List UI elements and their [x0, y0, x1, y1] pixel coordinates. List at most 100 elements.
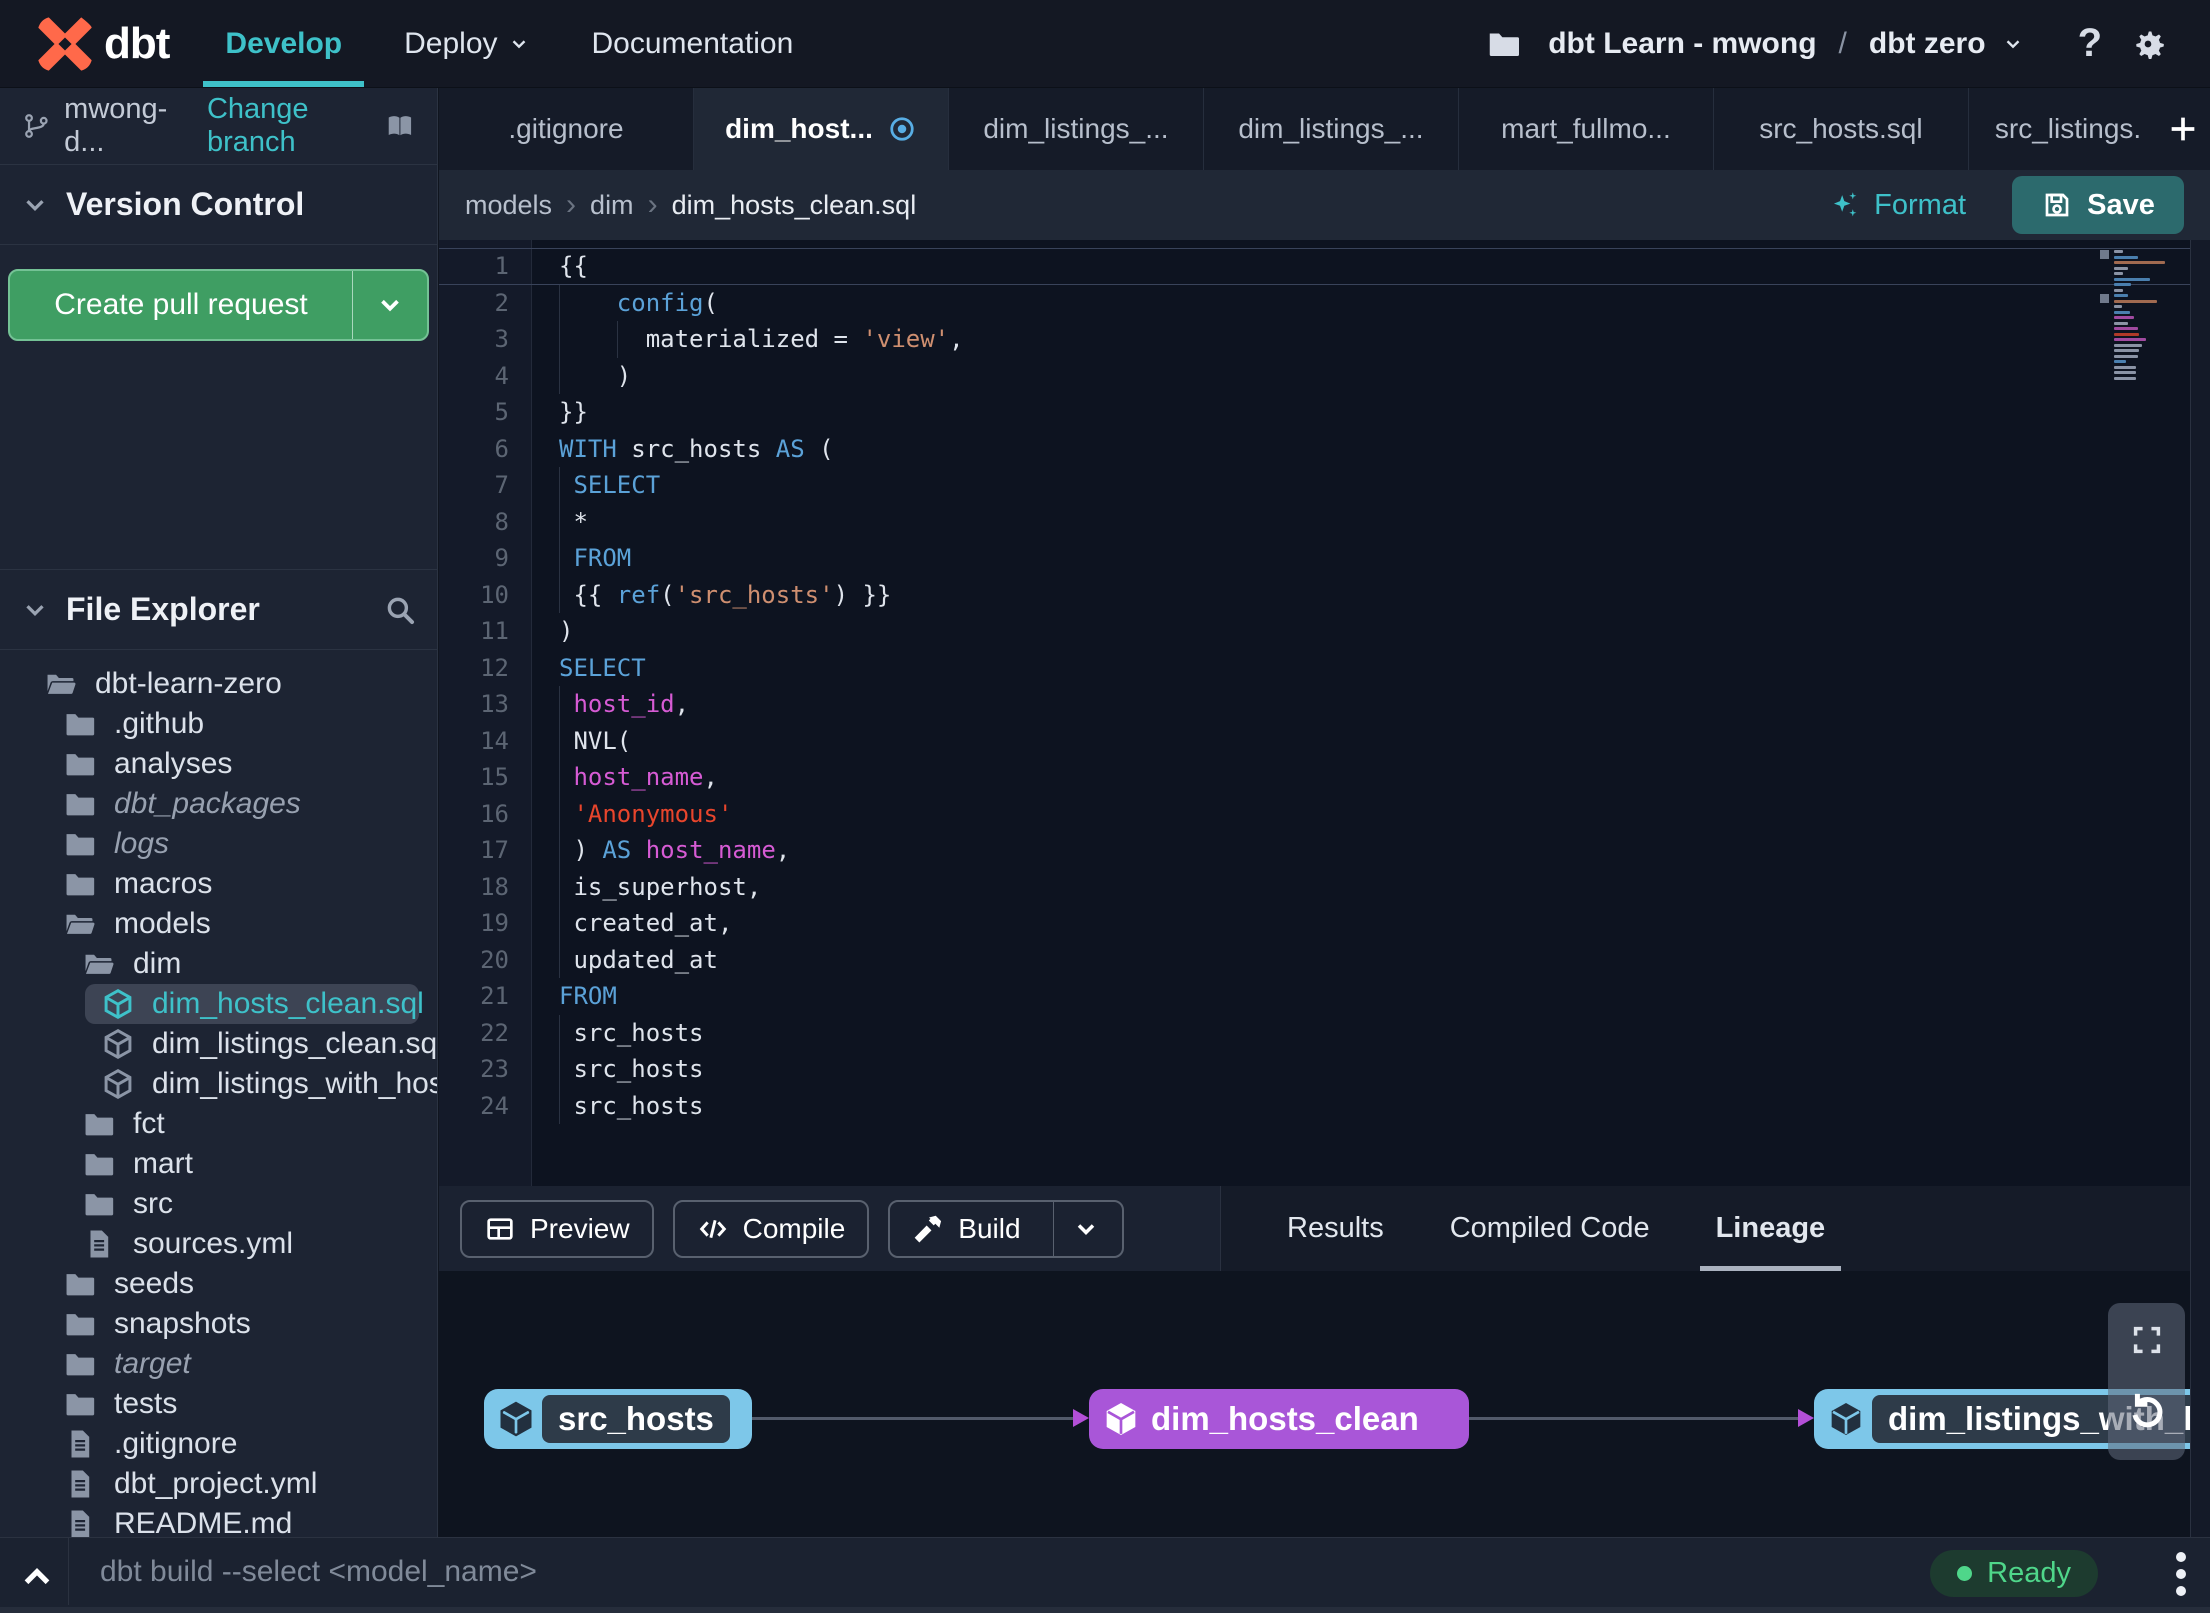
- file-icon: [63, 1467, 97, 1501]
- code-line[interactable]: 17 ) AS host_name,: [439, 832, 2190, 869]
- tab-lineage[interactable]: Lineage: [1699, 1186, 1841, 1271]
- code-line[interactable]: 3 materialized = 'view',: [439, 321, 2190, 358]
- file-tree-item[interactable]: sources.yml: [0, 1224, 437, 1264]
- breadcrumb-segment[interactable]: models: [465, 190, 552, 221]
- status-badge[interactable]: Ready: [1930, 1550, 2098, 1597]
- code-line[interactable]: 4 ): [439, 357, 2190, 394]
- tab-results[interactable]: Results: [1287, 1186, 1384, 1271]
- code-line[interactable]: 1 {{: [439, 248, 2190, 285]
- editor-tab[interactable]: src_listings.: [1969, 88, 2156, 170]
- command-input[interactable]: dbt build --select <model_name>: [100, 1555, 537, 1589]
- file-tree-item[interactable]: dbt-learn-zero: [0, 664, 437, 704]
- file-explorer-header[interactable]: File Explorer: [0, 569, 437, 650]
- create-pull-request-button[interactable]: Create pull request: [8, 269, 429, 341]
- code-line[interactable]: 21 FROM: [439, 978, 2190, 1015]
- code-line[interactable]: 24 src_hosts: [439, 1087, 2190, 1124]
- editor-scrollbar[interactable]: [2190, 240, 2210, 1537]
- file-tree-item[interactable]: README.md: [0, 1504, 437, 1537]
- code-line[interactable]: 23 src_hosts: [439, 1051, 2190, 1088]
- dbt-logo[interactable]: dbt: [36, 15, 170, 73]
- build-dropdown-caret[interactable]: [1052, 1201, 1100, 1256]
- file-tree-item[interactable]: analyses: [0, 744, 437, 784]
- code-line[interactable]: 8 *: [439, 503, 2190, 540]
- breadcrumb-segment[interactable]: dim: [590, 190, 634, 221]
- file-tree-item[interactable]: dim: [0, 944, 437, 984]
- code-line[interactable]: 13 host_id,: [439, 686, 2190, 723]
- new-tab-button[interactable]: [2156, 88, 2210, 170]
- editor-tab[interactable]: dim_listings_...: [1204, 88, 1459, 170]
- code-line[interactable]: 12 SELECT: [439, 650, 2190, 687]
- fullscreen-icon[interactable]: [2128, 1321, 2166, 1359]
- file-tree-item[interactable]: target: [0, 1344, 437, 1384]
- code-line[interactable]: 19 created_at,: [439, 905, 2190, 942]
- editor-tab[interactable]: dim_listings_...: [949, 88, 1204, 170]
- code-line[interactable]: 14 NVL(: [439, 722, 2190, 759]
- chevron-up-icon[interactable]: [16, 1556, 58, 1598]
- file-tree-label: dbt_project.yml: [114, 1467, 318, 1500]
- breadcrumb-separator: ›: [647, 188, 658, 221]
- file-tree-item[interactable]: mart: [0, 1144, 437, 1184]
- file-tree-item[interactable]: fct: [0, 1104, 437, 1144]
- file-tree-item[interactable]: models: [0, 904, 437, 944]
- build-button[interactable]: Build: [888, 1199, 1124, 1258]
- code-line[interactable]: 16 'Anonymous': [439, 795, 2190, 832]
- line-number: 2: [494, 288, 509, 317]
- kebab-menu-icon[interactable]: [2176, 1552, 2186, 1596]
- code-line[interactable]: 11): [439, 613, 2190, 650]
- file-tree-item[interactable]: dbt_project.yml: [0, 1464, 437, 1504]
- pr-dropdown-caret[interactable]: [352, 271, 427, 339]
- editor-tab[interactable]: mart_fullmo...: [1459, 88, 1714, 170]
- chevron-down-icon: [26, 604, 44, 616]
- code-line[interactable]: 9 FROM: [439, 540, 2190, 577]
- refresh-icon[interactable]: [2124, 1387, 2170, 1433]
- file-tree-item[interactable]: seeds: [0, 1264, 437, 1304]
- nav-item-develop[interactable]: Develop: [203, 0, 364, 87]
- lineage-node-src-hosts[interactable]: src_hosts: [484, 1389, 752, 1449]
- file-tree-item[interactable]: dim_hosts_clean.sql: [85, 984, 424, 1024]
- code-line[interactable]: 6 WITH src_hosts AS (: [439, 431, 2190, 468]
- code-line[interactable]: 5}}: [439, 394, 2190, 431]
- file-tree-item[interactable]: dbt_packages: [0, 784, 437, 824]
- settings-gear-icon[interactable]: [2128, 24, 2168, 64]
- code-line[interactable]: 18 is_superhost,: [439, 868, 2190, 905]
- breadcrumb-segment[interactable]: dim_hosts_clean.sql: [672, 190, 917, 221]
- help-icon[interactable]: ?: [2078, 21, 2102, 66]
- search-icon[interactable]: [383, 593, 417, 627]
- file-tree-item[interactable]: .gitignore: [0, 1424, 437, 1464]
- editor-tab[interactable]: .gitignore: [439, 88, 694, 170]
- editor-tab[interactable]: src_hosts.sql: [1714, 88, 1969, 170]
- change-branch-link[interactable]: Change branch: [207, 93, 371, 159]
- code-line[interactable]: 2 config(: [439, 284, 2190, 321]
- code-text: updated_at: [531, 941, 2190, 978]
- format-button[interactable]: Format: [1828, 188, 1966, 222]
- code-line[interactable]: 15 host_name,: [439, 759, 2190, 796]
- file-tree-item[interactable]: macros: [0, 864, 437, 904]
- file-tree-item[interactable]: dim_listings_clean.sql: [0, 1024, 437, 1064]
- compile-button[interactable]: Compile: [672, 1199, 870, 1258]
- code-editor[interactable]: 1{{2 config(3 materialized = 'view', 4 ) 5…: [439, 240, 2210, 1186]
- version-control-header[interactable]: Version Control: [0, 165, 437, 245]
- tab-compiled-code[interactable]: Compiled Code: [1450, 1186, 1650, 1271]
- file-tree-item[interactable]: logs: [0, 824, 437, 864]
- file-tree-item[interactable]: snapshots: [0, 1304, 437, 1344]
- code-text: }}: [559, 398, 588, 427]
- code-line[interactable]: 7 SELECT: [439, 467, 2190, 504]
- editor-minimap[interactable]: [2100, 250, 2174, 382]
- code-line[interactable]: 20 updated_at: [439, 941, 2190, 978]
- editor-tab-label: src_hosts.sql: [1759, 113, 1923, 144]
- file-tree-item[interactable]: tests: [0, 1384, 437, 1424]
- file-tree-item[interactable]: src: [0, 1184, 437, 1224]
- nav-item-deploy[interactable]: Deploy: [404, 0, 529, 87]
- editor-tab[interactable]: dim_host...: [693, 88, 949, 170]
- docs-book-icon[interactable]: [385, 108, 415, 144]
- code-line[interactable]: 10 {{ ref('src_hosts') }}: [439, 576, 2190, 613]
- code-line[interactable]: 22 src_hosts: [439, 1014, 2190, 1051]
- branch-name[interactable]: mwong-d...: [64, 93, 183, 159]
- preview-button[interactable]: Preview: [460, 1199, 654, 1258]
- nav-item-documentation[interactable]: Documentation: [592, 0, 794, 87]
- project-switcher[interactable]: dbt Learn - mwong / dbt zero: [1548, 27, 2023, 61]
- save-button[interactable]: Save: [2012, 176, 2184, 234]
- file-tree-item[interactable]: dim_listings_with_hosts...: [0, 1064, 437, 1104]
- lineage-node-dim-hosts-clean[interactable]: dim_hosts_clean: [1089, 1389, 1469, 1449]
- file-tree-item[interactable]: .github: [0, 704, 437, 744]
